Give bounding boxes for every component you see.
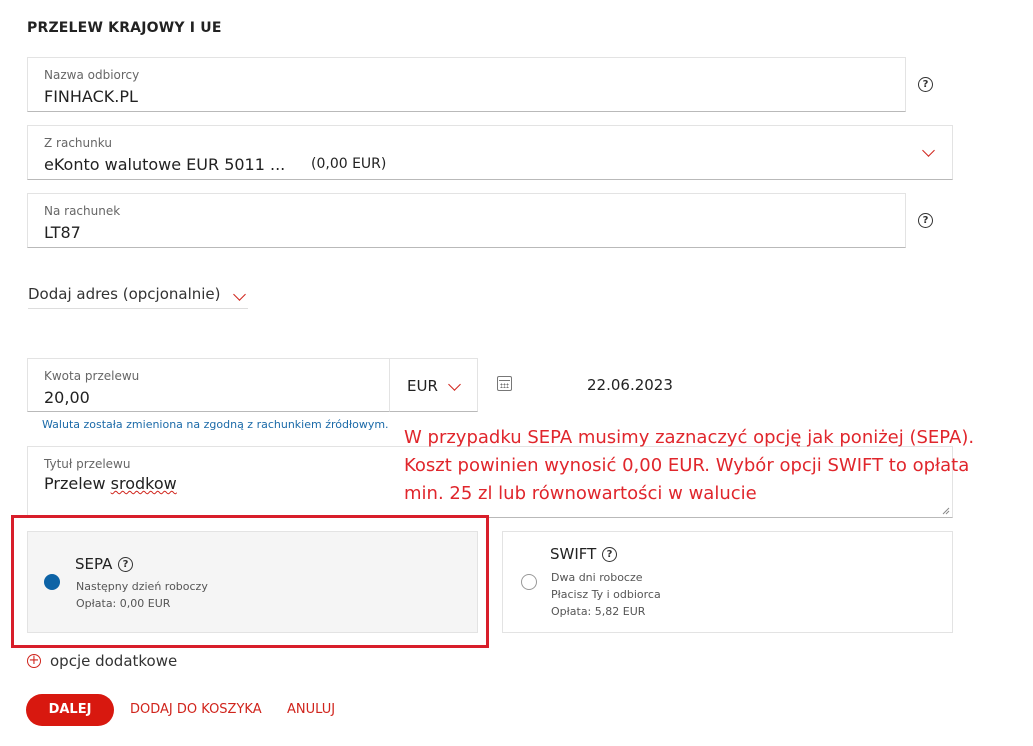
calendar-icon[interactable]: [497, 376, 512, 391]
to-account-help-icon[interactable]: ?: [918, 213, 933, 228]
next-button[interactable]: DALEJ: [26, 694, 114, 726]
swift-help-icon[interactable]: ?: [602, 547, 617, 562]
recipient-name-value: FINHACK.PL: [44, 87, 138, 106]
to-account-label: Na rachunek: [44, 204, 121, 218]
swift-option-card[interactable]: SWIFT ? Dwa dni robocze Płacisz Ty i odb…: [502, 531, 953, 633]
resize-handle-icon[interactable]: [942, 507, 950, 515]
chevron-down-icon: [233, 288, 246, 301]
add-address-toggle[interactable]: Dodaj adres (opcjonalnie): [28, 285, 248, 309]
currency-value: EUR: [407, 377, 438, 395]
transfer-title-value: Przelew srodkow: [44, 474, 177, 493]
currency-hint: Waluta została zmieniona na zgodną z rac…: [42, 418, 389, 431]
transfer-title-word: Przelew: [44, 474, 106, 493]
recipient-name-field[interactable]: Nazwa odbiorcy FINHACK.PL: [27, 57, 906, 112]
add-address-label: Dodaj adres (opcjonalnie): [28, 285, 221, 303]
swift-cost-split: Płacisz Ty i odbiorca: [551, 588, 661, 601]
currency-select[interactable]: EUR: [389, 358, 478, 412]
amount-value: 20,00: [44, 388, 90, 407]
add-to-cart-link[interactable]: DODAJ DO KOSZYKA: [130, 702, 262, 717]
annotation-line: min. 25 zl lub równowartości w walucie: [404, 483, 757, 504]
chevron-down-icon: [448, 378, 461, 391]
from-account-label: Z rachunku: [44, 136, 112, 150]
to-account-value: LT87: [44, 223, 81, 242]
to-account-field[interactable]: Na rachunek LT87: [27, 193, 906, 248]
from-account-select[interactable]: Z rachunku eKonto walutowe EUR 5011 ... …: [27, 125, 953, 180]
recipient-help-icon[interactable]: ?: [918, 77, 933, 92]
from-account-balance: (0,00 EUR): [311, 156, 387, 172]
transfer-title-label: Tytuł przelewu: [44, 457, 131, 471]
swift-name: SWIFT: [550, 545, 597, 563]
annotation-line: Koszt powinien wynosić 0,00 EUR. Wybór o…: [404, 455, 970, 476]
sepa-highlight-box: [11, 515, 489, 648]
plus-circle-icon[interactable]: +: [27, 654, 41, 668]
page-title: PRZELEW KRAJOWY I UE: [27, 20, 222, 36]
transfer-title-misspelled-word: srodkow: [110, 474, 177, 493]
swift-radio[interactable]: [521, 574, 537, 590]
annotation-line: W przypadku SEPA musimy zaznaczyć opcję …: [404, 427, 975, 448]
swift-fee: Opłata: 5,82 EUR: [551, 605, 646, 618]
chevron-down-icon[interactable]: [922, 144, 935, 157]
recipient-name-label: Nazwa odbiorcy: [44, 68, 140, 82]
annotation-note: W przypadku SEPA musimy zaznaczyć opcję …: [404, 424, 1029, 508]
from-account-value: eKonto walutowe EUR 5011 ...: [44, 155, 286, 174]
amount-field[interactable]: Kwota przelewu 20,00: [27, 358, 390, 412]
swift-delivery-time: Dwa dni robocze: [551, 571, 643, 584]
extra-options-link[interactable]: opcje dodatkowe: [50, 652, 177, 670]
amount-label: Kwota przelewu: [44, 369, 140, 383]
transfer-date[interactable]: 22.06.2023: [587, 376, 673, 394]
cancel-link[interactable]: ANULUJ: [287, 702, 335, 717]
